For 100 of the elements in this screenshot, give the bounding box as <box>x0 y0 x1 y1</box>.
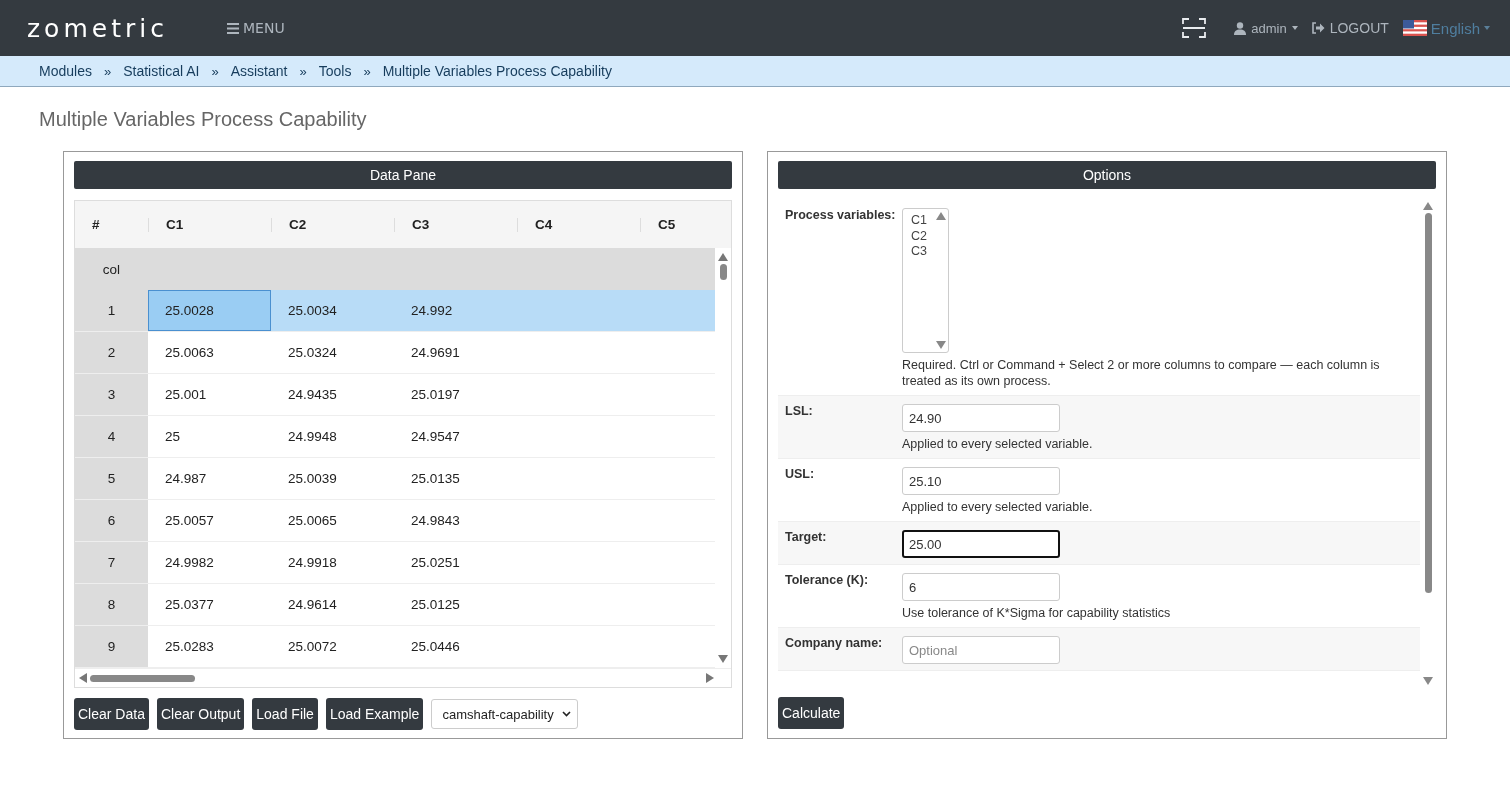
action-button[interactable]: Clear Data <box>74 698 149 730</box>
column-header[interactable]: C2 <box>271 217 394 232</box>
help-text: Use tolerance of K*Sigma for capability statistics <box>902 605 1171 621</box>
table-cell[interactable]: 24.987 <box>148 458 271 499</box>
table-row[interactable]: 3 25.001 24.9435 25.0197 <box>75 374 715 416</box>
panel-header: Data Pane <box>74 161 732 189</box>
field-label: LSL: <box>785 404 814 420</box>
action-button[interactable]: Clear Output <box>156 698 245 730</box>
table-row[interactable]: 9 25.0283 25.0072 25.0446 <box>75 626 715 668</box>
help-text: Applied to every selected variable. <box>902 436 1093 452</box>
user-menu[interactable]: admin <box>1234 20 1298 36</box>
table-cell[interactable]: 25.001 <box>148 374 271 415</box>
table-cell[interactable]: 24.9614 <box>271 584 394 625</box>
input-field[interactable]: 24.90 <box>902 404 1060 432</box>
input-field[interactable]: 25.10 <box>902 467 1060 495</box>
table-cell[interactable]: 25.0283 <box>148 626 271 667</box>
example-select[interactable]: camshaft-capability <box>431 699 578 729</box>
table-cell[interactable]: 25.0135 <box>394 458 517 499</box>
table-row[interactable]: 1 25.0028 25.0034 24.992 <box>75 290 715 332</box>
table-row[interactable]: 4 25 24.9948 24.9547 <box>75 416 715 458</box>
list-option[interactable]: C2 <box>911 228 934 244</box>
breadcrumb-separator: » <box>103 63 112 79</box>
variables-listbox[interactable]: C1 C2 C3 <box>902 208 949 353</box>
row-number: 5 <box>75 458 148 499</box>
help-text: Applied to every selected variable. <box>902 499 1093 515</box>
table-row[interactable]: 6 25.0057 25.0065 24.9843 <box>75 500 715 542</box>
row-number: 3 <box>75 374 148 415</box>
table-cell[interactable]: 24.9982 <box>148 542 271 583</box>
input-field[interactable]: Optional <box>902 636 1060 664</box>
list-option[interactable]: C1 <box>911 213 934 229</box>
caret-icon <box>1291 26 1298 30</box>
logo[interactable]: zometric <box>27 13 227 43</box>
logout-icon <box>1311 22 1325 34</box>
table-cell[interactable]: 24.9691 <box>394 332 517 373</box>
table-cell[interactable]: 25.0034 <box>271 290 394 331</box>
table-cell[interactable]: 24.9843 <box>394 500 517 541</box>
menu-icon <box>227 22 239 34</box>
table-row[interactable]: 2 25.0063 25.0324 24.9691 <box>75 332 715 374</box>
table-cell[interactable]: 25.0039 <box>271 458 394 499</box>
table-cell[interactable]: 24.9435 <box>271 374 394 415</box>
input-field[interactable]: 6 <box>902 573 1060 601</box>
menu-button[interactable]: MENU <box>227 20 285 36</box>
column-header[interactable]: C1 <box>148 217 271 232</box>
field-label: Target: <box>785 530 828 546</box>
table-row[interactable]: 7 24.9982 24.9918 25.0251 <box>75 542 715 584</box>
breadcrumb-link[interactable]: Tools <box>318 63 352 79</box>
table-cell[interactable]: 25.0377 <box>148 584 271 625</box>
row-number: 4 <box>75 416 148 457</box>
scroll-up-icon <box>936 212 946 220</box>
breadcrumb-link[interactable]: Multiple Variables Process Capability <box>382 63 612 79</box>
action-button[interactable]: Load Example <box>325 698 424 730</box>
row-number: 8 <box>75 584 148 625</box>
table-cell[interactable]: 25 <box>148 416 271 457</box>
table-cell[interactable]: 25.0446 <box>394 626 517 667</box>
table-cell[interactable]: 25.0028 <box>148 290 271 331</box>
user-icon <box>1234 21 1247 35</box>
scrollbar-thumb[interactable] <box>719 264 727 280</box>
scroll-right-icon <box>706 673 714 683</box>
row-number: 7 <box>75 542 148 583</box>
table-cell[interactable]: 25.0324 <box>271 332 394 373</box>
input-field[interactable]: 25.00 <box>902 530 1060 558</box>
scroll-up-icon <box>718 253 728 261</box>
column-header[interactable]: C5 <box>640 217 720 232</box>
scrollbar-thumb[interactable] <box>1424 213 1432 593</box>
column-header[interactable]: C4 <box>517 217 640 232</box>
table-cell[interactable]: 25.0251 <box>394 542 517 583</box>
table-cell[interactable]: 25.0057 <box>148 500 271 541</box>
scroll-down-icon <box>1423 677 1433 685</box>
action-button[interactable]: Load File <box>252 698 318 730</box>
panel-header: Options <box>778 161 1436 189</box>
column-header[interactable]: C3 <box>394 217 517 232</box>
table-row[interactable]: 5 24.987 25.0039 25.0135 <box>75 458 715 500</box>
breadcrumb-separator: » <box>299 63 307 79</box>
breadcrumb-link[interactable]: Statistical AI <box>123 63 200 79</box>
list-option[interactable]: C3 <box>911 244 934 260</box>
table-cell[interactable]: 24.9918 <box>271 542 394 583</box>
table-cell[interactable]: 24.9547 <box>394 416 517 457</box>
table-cell[interactable]: 24.9948 <box>271 416 394 457</box>
breadcrumb-link[interactable]: Assistant <box>230 63 288 79</box>
table-cell[interactable]: 25.0063 <box>148 332 271 373</box>
scrollbar-thumb[interactable] <box>90 674 195 682</box>
table-row[interactable]: 8 25.0377 24.9614 25.0125 <box>75 584 715 626</box>
row-number: 1 <box>75 290 148 331</box>
logout-button[interactable]: LOGOUT <box>1311 20 1389 36</box>
row-number: 9 <box>75 626 148 667</box>
table-cell[interactable]: 24.992 <box>394 290 517 331</box>
breadcrumb-link[interactable]: Modules <box>39 63 92 79</box>
table-cell[interactable]: 25.0065 <box>271 500 394 541</box>
field-label: USL: <box>785 467 816 483</box>
fullscreen-icon[interactable] <box>1182 17 1207 39</box>
vertical-scrollbar[interactable] <box>1420 200 1436 687</box>
scroll-down-icon <box>936 341 946 349</box>
field-label: Process variables: <box>785 208 897 224</box>
scroll-up-icon <box>1423 202 1433 210</box>
table-cell[interactable]: 25.0072 <box>271 626 394 667</box>
calculate-button[interactable]: Calculate <box>778 697 845 729</box>
table-cell[interactable]: 25.0197 <box>394 374 517 415</box>
chevron-down-icon <box>561 711 571 717</box>
table-cell[interactable]: 25.0125 <box>394 584 517 625</box>
column-header[interactable]: # <box>75 217 148 232</box>
